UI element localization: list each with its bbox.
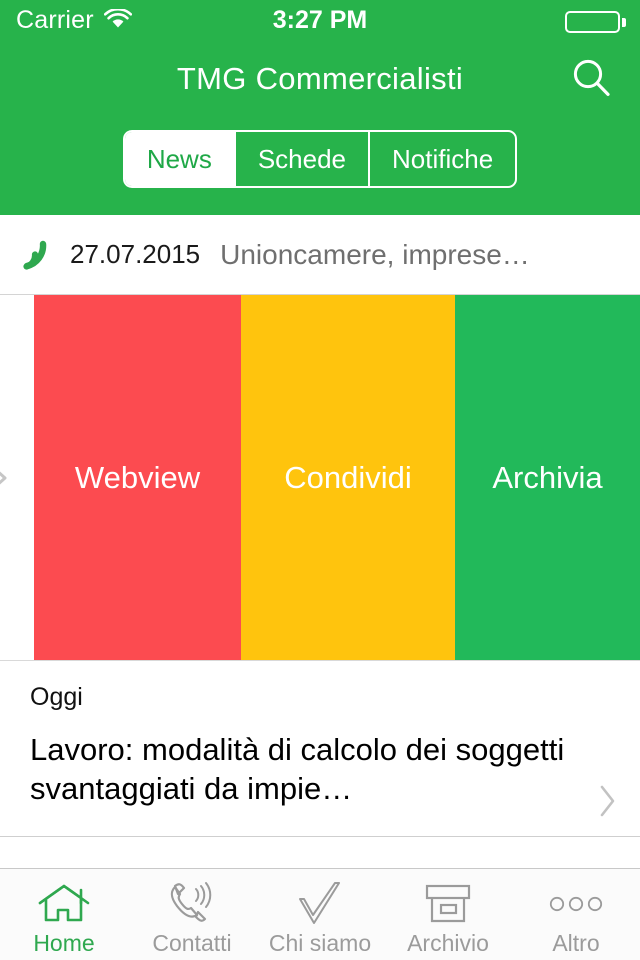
article-title: Lavoro: modalità di calcolo dei soggetti…	[30, 732, 565, 807]
rss-icon	[18, 236, 58, 274]
tab-news[interactable]: News	[124, 132, 236, 186]
swipe-action-webview[interactable]: Webview	[34, 295, 241, 660]
page-title: TMG Commercialisti	[176, 61, 464, 96]
article-kicker: Oggi	[30, 683, 83, 711]
tab-bar: Home Contatti Chi siamo Archivio Altro	[0, 868, 640, 960]
navigation-bar: TMG Commercialisti	[0, 40, 640, 118]
news-title: Unioncamere, imprese…	[220, 238, 530, 270]
tab-schede[interactable]: Schede	[236, 132, 371, 186]
list-item-article[interactable]: Oggi Lavoro: modalità di calcolo dei sog…	[0, 661, 640, 837]
status-bar: Carrier 3:27 PM	[0, 0, 640, 40]
swipe-action-condividi[interactable]: Condividi	[241, 295, 455, 660]
news-date: 27.07.2015	[70, 239, 201, 269]
segmented-control[interactable]: News Schede Notifiche	[122, 130, 518, 188]
swipe-action-condividi-label: Condividi	[284, 459, 412, 495]
wifi-icon	[103, 9, 132, 31]
battery-empty-icon	[565, 11, 626, 33]
more-dots-icon	[547, 879, 605, 929]
tab-bar-item-altro-label: Altro	[552, 929, 600, 956]
list-item-news[interactable]: 27.07.2015 Unioncamere, imprese…	[0, 215, 640, 295]
chevron-right-icon	[598, 784, 618, 818]
tab-bar-item-altro[interactable]: Altro	[512, 869, 640, 960]
app-screen: Carrier 3:27 PM TMG Commercialisti News …	[0, 0, 640, 960]
app-header: Carrier 3:27 PM TMG Commercialisti News …	[0, 0, 640, 215]
tab-bar-item-archivio[interactable]: Archivio	[384, 869, 512, 960]
carrier-label: Carrier	[16, 5, 94, 34]
tab-bar-item-archivio-label: Archivio	[407, 929, 489, 956]
status-bar-clock: 3:27 PM	[272, 5, 368, 34]
home-icon	[37, 879, 91, 929]
checkmark-icon	[294, 879, 346, 929]
swipe-action-webview-label: Webview	[74, 459, 201, 495]
swipe-action-archivia-label: Archivia	[492, 459, 603, 495]
tab-schede-label: Schede	[257, 143, 347, 174]
phone-icon	[165, 879, 219, 929]
tab-bar-item-home-label: Home	[33, 929, 95, 956]
tab-news-label: News	[146, 143, 212, 174]
tab-bar-item-contatti[interactable]: Contatti	[128, 869, 256, 960]
tab-bar-item-contatti-label: Contatti	[152, 929, 232, 956]
search-icon[interactable]	[566, 53, 618, 105]
tab-bar-item-chi-siamo[interactable]: Chi siamo	[256, 869, 384, 960]
archive-box-icon	[421, 879, 475, 929]
segmented-control-wrapper: News Schede Notifiche	[0, 118, 640, 188]
tab-notifiche-label: Notifiche	[392, 143, 494, 174]
swipe-actions-row: Webview Condividi Archivia	[0, 295, 640, 661]
news-list: 27.07.2015 Unioncamere, imprese… Webview…	[0, 215, 640, 868]
tab-bar-item-chi-siamo-label: Chi siamo	[268, 929, 372, 956]
chevron-right-icon	[0, 467, 13, 489]
tab-bar-item-home[interactable]: Home	[0, 869, 128, 960]
swipe-action-archivia[interactable]: Archivia	[455, 295, 640, 660]
tab-notifiche[interactable]: Notifiche	[370, 132, 515, 186]
